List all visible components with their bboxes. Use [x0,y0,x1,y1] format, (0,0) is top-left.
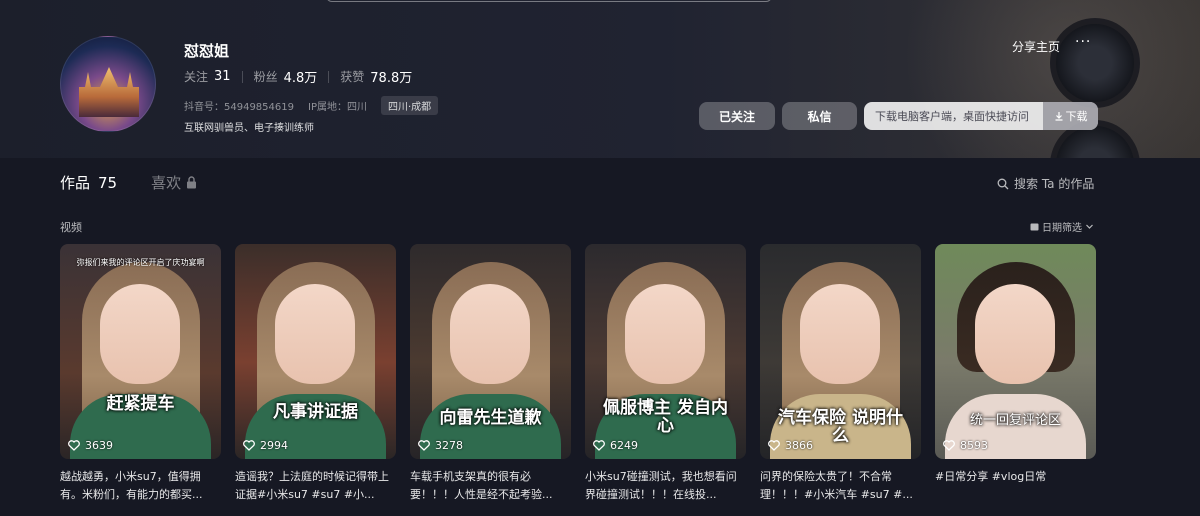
message-button[interactable]: 私信 [782,102,857,130]
followers-count[interactable]: 4.8万 [284,67,318,86]
thumbnail-face [800,284,880,384]
profile-tabs: 作品 75 喜欢 [60,172,197,193]
profile-name: 怼怼姐 [184,42,230,60]
lock-icon [187,176,197,189]
video-caption: 佩服博主 发自内心 [603,398,728,436]
share-profile-button[interactable]: 分享主页 [1012,38,1060,55]
tab-likes-label: 喜欢 [151,174,182,192]
video-thumbnail[interactable]: 凡事讲证据 2994 [235,244,396,459]
video-description[interactable]: 越战越勇，小米su7，值得拥有。米粉们，有能力的都买... [60,468,221,504]
video-caption: 凡事讲证据 [273,402,358,422]
avatar-image [79,67,139,117]
video-like-count: 3866 [785,439,813,452]
video-caption: 统一回复评论区 [969,413,1061,428]
video-like-count: 8593 [960,439,988,452]
video-likes: 3866 [768,439,813,452]
video-caption: 赶紧提车 [106,394,175,414]
tab-works-count: 75 [98,173,118,192]
profile-stats: 关注 31 粉丝 4.8万 获赞 78.8万 [184,67,412,86]
thumbnail-face [275,284,355,384]
video-card[interactable]: 向雷先生道歉 3278 车载手机支架真的很有必要！！！人性是经不起考验... [410,244,571,504]
video-description[interactable]: 车载手机支架真的很有必要！！！人性是经不起考验... [410,468,571,504]
video-description[interactable]: #日常分享 #vlog日常 [935,468,1096,504]
tab-works-label: 作品 [60,174,91,192]
avatar[interactable] [60,36,156,132]
download-button[interactable]: 下载 [1043,102,1098,130]
video-likes: 8593 [943,439,988,452]
douyin-id: 抖音号：54949854619 [184,102,294,113]
header-background-art [820,0,1200,158]
video-card[interactable]: 佩服博主 发自内心 6249 小米su7碰撞测试，我也想看问界碰撞测试！！！在线… [585,244,746,504]
video-like-count: 3278 [435,439,463,452]
video-description[interactable]: 造谣我？上法庭的时候记得带上证据#小米su7 #su7 #小... [235,468,396,504]
video-likes: 3278 [418,439,463,452]
video-thumbnail[interactable]: 统一回复评论区 8593 [935,244,1096,459]
video-likes: 6249 [593,439,638,452]
likes-received-label: 获赞 [340,70,365,84]
video-caption: 向雷先生道歉 [439,408,542,428]
video-thumbnail[interactable]: 汽车保险 说明什么 3866 [760,244,921,459]
video-like-count: 3639 [85,439,113,452]
video-card[interactable]: 汽车保险 说明什么 3866 问界的保险太贵了！不合常理！！！#小米汽车 #su… [760,244,921,504]
profile-meta: 抖音号：54949854619 IP属地：四川 四川·成都 [184,96,439,115]
search-works-button[interactable]: 搜索 Ta 的作品 [997,175,1094,192]
heart-icon [418,440,430,451]
chevron-down-icon [1086,224,1093,229]
video-card[interactable]: 凡事讲证据 2994 造谣我？上法庭的时候记得带上证据#小米su7 #su7 #… [235,244,396,504]
video-top-note: 弥报们来我的评论区开启了庆功宴啊 [76,258,205,267]
profile-bio: 互联网驯兽员、电子揍训练师 [184,123,314,134]
heart-icon [243,440,255,451]
video-thumbnail[interactable]: 向雷先生道歉 3278 [410,244,571,459]
stats-divider [328,70,330,83]
date-filter-dropdown[interactable]: 日期筛选 [1030,219,1094,234]
video-likes: 2994 [243,439,288,452]
followers-label[interactable]: 粉丝 [254,68,278,85]
stats-divider [241,70,243,83]
download-label: 下载 [1065,110,1088,123]
profile-header: 怼怼姐 关注 31 粉丝 4.8万 获赞 78.8万 抖音号：549498546… [0,0,1200,158]
thumbnail-face [625,284,705,384]
calendar-icon [1030,223,1039,231]
date-filter-label: 日期筛选 [1042,223,1082,234]
search-icon [997,178,1009,189]
thumbnail-face [450,284,530,384]
ip-location: IP属地：四川 [308,102,367,113]
download-client-banner: 下载电脑客户端，桌面快捷访问 下载 [864,102,1098,130]
video-likes: 3639 [68,439,113,452]
region-tag: 四川·成都 [380,96,439,115]
search-works-label: 搜索 Ta 的作品 [1014,177,1095,191]
video-card[interactable]: 统一回复评论区 8593 #日常分享 #vlog日常 [935,244,1096,504]
thumbnail-face [100,284,180,384]
video-card[interactable]: 弥报们来我的评论区开启了庆功宴啊 赶紧提车 3639 越战越勇，小米su7，值得… [60,244,221,504]
header-watch-graphic [1050,18,1140,108]
video-thumbnail[interactable]: 弥报们来我的评论区开启了庆功宴啊 赶紧提车 3639 [60,244,221,459]
heart-icon [768,440,780,451]
heart-icon [943,440,955,451]
following-count[interactable]: 31 [214,69,231,84]
video-description[interactable]: 问界的保险太贵了！不合常理！！！#小米汽车 #su7 #... [760,468,921,504]
more-options-button[interactable]: ··· [1075,34,1091,50]
thumbnail-face [975,284,1055,384]
video-like-count: 2994 [260,439,288,452]
video-grid: 弥报们来我的评论区开启了庆功宴啊 赶紧提车 3639 越战越勇，小米su7，值得… [60,244,1096,504]
likes-received-count: 78.8万 [370,71,413,86]
download-hint: 下载电脑客户端，桌面快捷访问 [875,110,1029,123]
following-label[interactable]: 关注 [184,68,208,85]
section-label-videos: 视频 [60,221,82,234]
tab-likes[interactable]: 喜欢 [151,172,197,193]
video-description[interactable]: 小米su7碰撞测试，我也想看问界碰撞测试！！！在线投... [585,468,746,504]
followed-button[interactable]: 已关注 [699,102,775,130]
video-thumbnail[interactable]: 佩服博主 发自内心 6249 [585,244,746,459]
heart-icon [593,440,605,451]
heart-icon [68,440,80,451]
tab-works[interactable]: 作品 75 [60,172,117,193]
download-icon [1055,112,1062,121]
video-like-count: 6249 [610,439,638,452]
search-bar-edge[interactable] [326,0,772,2]
